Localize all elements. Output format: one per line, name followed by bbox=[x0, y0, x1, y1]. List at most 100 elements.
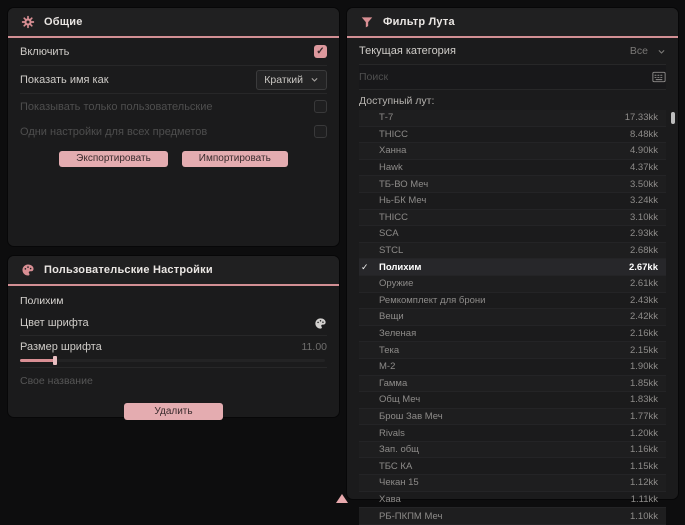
loot-name: Ханна bbox=[379, 145, 407, 157]
loot-value: 3.24kk bbox=[630, 195, 658, 207]
panel-general-header: Общие bbox=[8, 8, 339, 38]
loot-row[interactable]: THICC 3.10kk bbox=[359, 209, 666, 227]
loot-value: 2.15kk bbox=[630, 344, 658, 356]
loot-value: 4.37kk bbox=[630, 162, 658, 174]
selected-item-name: Полихим bbox=[20, 295, 64, 307]
display-name-row: Показать имя как Краткий bbox=[20, 66, 327, 94]
loot-value: 1.85kk bbox=[630, 377, 658, 389]
search-input[interactable] bbox=[359, 71, 652, 83]
only-custom-checkbox[interactable] bbox=[314, 100, 327, 113]
loot-row[interactable]: THICC 8.48kk bbox=[359, 127, 666, 144]
slider-handle[interactable] bbox=[53, 356, 57, 365]
loot-row[interactable]: Брош Зав Меч 1.77kk bbox=[359, 408, 666, 426]
panel-loot-filter: Фильтр Лута Текущая категория Все Доступ… bbox=[347, 8, 678, 525]
loot-name: Вещи bbox=[379, 311, 404, 323]
scrollbar-thumb[interactable] bbox=[671, 112, 675, 124]
loot-row[interactable]: STCL 2.68kk bbox=[359, 242, 666, 260]
panel-user-settings-header: Пользовательские Настройки bbox=[8, 256, 339, 286]
slider-track[interactable] bbox=[20, 359, 325, 362]
loot-value: 17.33kk bbox=[624, 112, 658, 124]
loot-row[interactable]: РБ-ПКПМ Меч 1.10kk bbox=[359, 508, 666, 525]
loot-value: 2.16kk bbox=[630, 328, 658, 340]
loot-row[interactable]: Чекан 15 1.12kk bbox=[359, 475, 666, 492]
font-color-row[interactable]: Цвет шрифта bbox=[20, 311, 327, 336]
loot-row[interactable]: Т-7 17.33kk bbox=[359, 110, 666, 127]
loot-value: 8.48kk bbox=[630, 128, 658, 140]
loot-name: Общ Меч bbox=[379, 394, 421, 406]
loot-name: Хава bbox=[379, 493, 401, 505]
check-icon: ✓ bbox=[361, 261, 369, 272]
loot-row[interactable]: Зап. общ 1.16kk bbox=[359, 441, 666, 459]
loot-name: SCA bbox=[379, 228, 399, 240]
loot-row[interactable]: ✓ Полихим 2.67kk bbox=[359, 259, 666, 276]
loot-value: 3.10kk bbox=[630, 211, 658, 223]
loot-row[interactable]: Нь-БК Меч 3.24kk bbox=[359, 193, 666, 210]
loot-row[interactable]: Hawk 4.37kk bbox=[359, 160, 666, 177]
loot-value: 1.15kk bbox=[630, 460, 658, 472]
loot-name: Rivals bbox=[379, 427, 405, 439]
loot-value: 1.16kk bbox=[630, 444, 658, 456]
loot-value: 1.11kk bbox=[630, 493, 658, 505]
import-button[interactable]: Импортировать bbox=[181, 151, 288, 167]
panel-title: Фильтр Лута bbox=[383, 16, 455, 28]
loot-name: THICC bbox=[379, 211, 409, 223]
loot-name: STCL bbox=[379, 245, 404, 257]
loot-list: Т-7 17.33kk THICC 8.48kk Ханна 4.90kk Ha… bbox=[359, 110, 666, 525]
loot-value: 2.42kk bbox=[630, 311, 658, 323]
loot-value: 1.90kk bbox=[630, 361, 658, 373]
same-settings-label: Одни настройки для всех предметов bbox=[20, 125, 208, 138]
custom-name-input[interactable] bbox=[20, 375, 327, 387]
loot-name: Зеленая bbox=[379, 328, 417, 340]
search-row bbox=[359, 65, 666, 90]
check-icon: ✓ bbox=[316, 45, 325, 57]
export-button[interactable]: Экспортировать bbox=[59, 151, 168, 167]
same-settings-row: Одни настройки для всех предметов bbox=[20, 119, 327, 144]
loot-name: Гамма bbox=[379, 377, 408, 389]
loot-row[interactable]: ТБС КА 1.15kk bbox=[359, 458, 666, 476]
font-color-label: Цвет шрифта bbox=[20, 317, 89, 329]
loot-row[interactable]: Тека 2.15kk bbox=[359, 342, 666, 359]
loot-value: 3.50kk bbox=[630, 178, 658, 190]
loot-name: Брош Зав Меч bbox=[379, 410, 443, 422]
funnel-icon bbox=[360, 15, 374, 29]
display-name-label: Показать имя как bbox=[20, 73, 109, 86]
same-settings-checkbox[interactable] bbox=[314, 125, 327, 138]
loot-value: 2.93kk bbox=[630, 228, 658, 240]
loot-row[interactable]: Rivals 1.20kk bbox=[359, 425, 666, 442]
loot-value: 2.43kk bbox=[630, 294, 658, 306]
loot-row[interactable]: Оружие 2.61kk bbox=[359, 275, 666, 293]
loot-row[interactable]: Гамма 1.85kk bbox=[359, 375, 666, 393]
loot-name: Hawk bbox=[379, 162, 403, 174]
loot-row[interactable]: М-2 1.90kk bbox=[359, 359, 666, 376]
font-size-label: Размер шрифта bbox=[20, 341, 102, 353]
loot-row[interactable]: Ханна 4.90kk bbox=[359, 143, 666, 160]
font-size-slider[interactable] bbox=[20, 355, 327, 367]
loot-name: ТБС КА bbox=[379, 460, 413, 472]
loot-row[interactable]: Общ Меч 1.83kk bbox=[359, 392, 666, 409]
loot-row[interactable]: Вещи 2.42kk bbox=[359, 309, 666, 326]
loot-name: Тека bbox=[379, 344, 400, 356]
display-name-dropdown[interactable]: Краткий bbox=[256, 69, 327, 90]
loot-row[interactable]: Хава 1.11kk bbox=[359, 492, 666, 509]
loot-name: Оружие bbox=[379, 278, 414, 290]
loot-row[interactable]: Зеленая 2.16kk bbox=[359, 326, 666, 343]
loot-row[interactable]: Ремкомплект для брони 2.43kk bbox=[359, 293, 666, 310]
delete-button[interactable]: Удалить bbox=[124, 403, 223, 420]
loot-row[interactable]: SCA 2.93kk bbox=[359, 226, 666, 243]
loot-row[interactable]: ТБ-ВО Меч 3.50kk bbox=[359, 176, 666, 193]
loot-value: 2.61kk bbox=[630, 278, 658, 290]
dropdown-value: Краткий bbox=[264, 73, 303, 86]
enable-row: Включить ✓ bbox=[20, 38, 327, 66]
chevron-down-icon bbox=[310, 75, 319, 84]
category-row: Текущая категория Все bbox=[359, 38, 666, 65]
keyboard-icon[interactable] bbox=[652, 71, 666, 83]
loot-name: РБ-ПКПМ Меч bbox=[379, 510, 443, 522]
loot-value: 4.90kk bbox=[630, 145, 658, 157]
slider-fill bbox=[20, 359, 56, 362]
loot-value: 1.10kk bbox=[630, 510, 658, 522]
loot-name: Чекан 15 bbox=[379, 477, 419, 489]
enable-checkbox[interactable]: ✓ bbox=[314, 45, 327, 58]
category-dropdown[interactable]: Все bbox=[630, 45, 666, 57]
palette-icon[interactable] bbox=[314, 317, 327, 330]
custom-name-row bbox=[20, 367, 327, 394]
